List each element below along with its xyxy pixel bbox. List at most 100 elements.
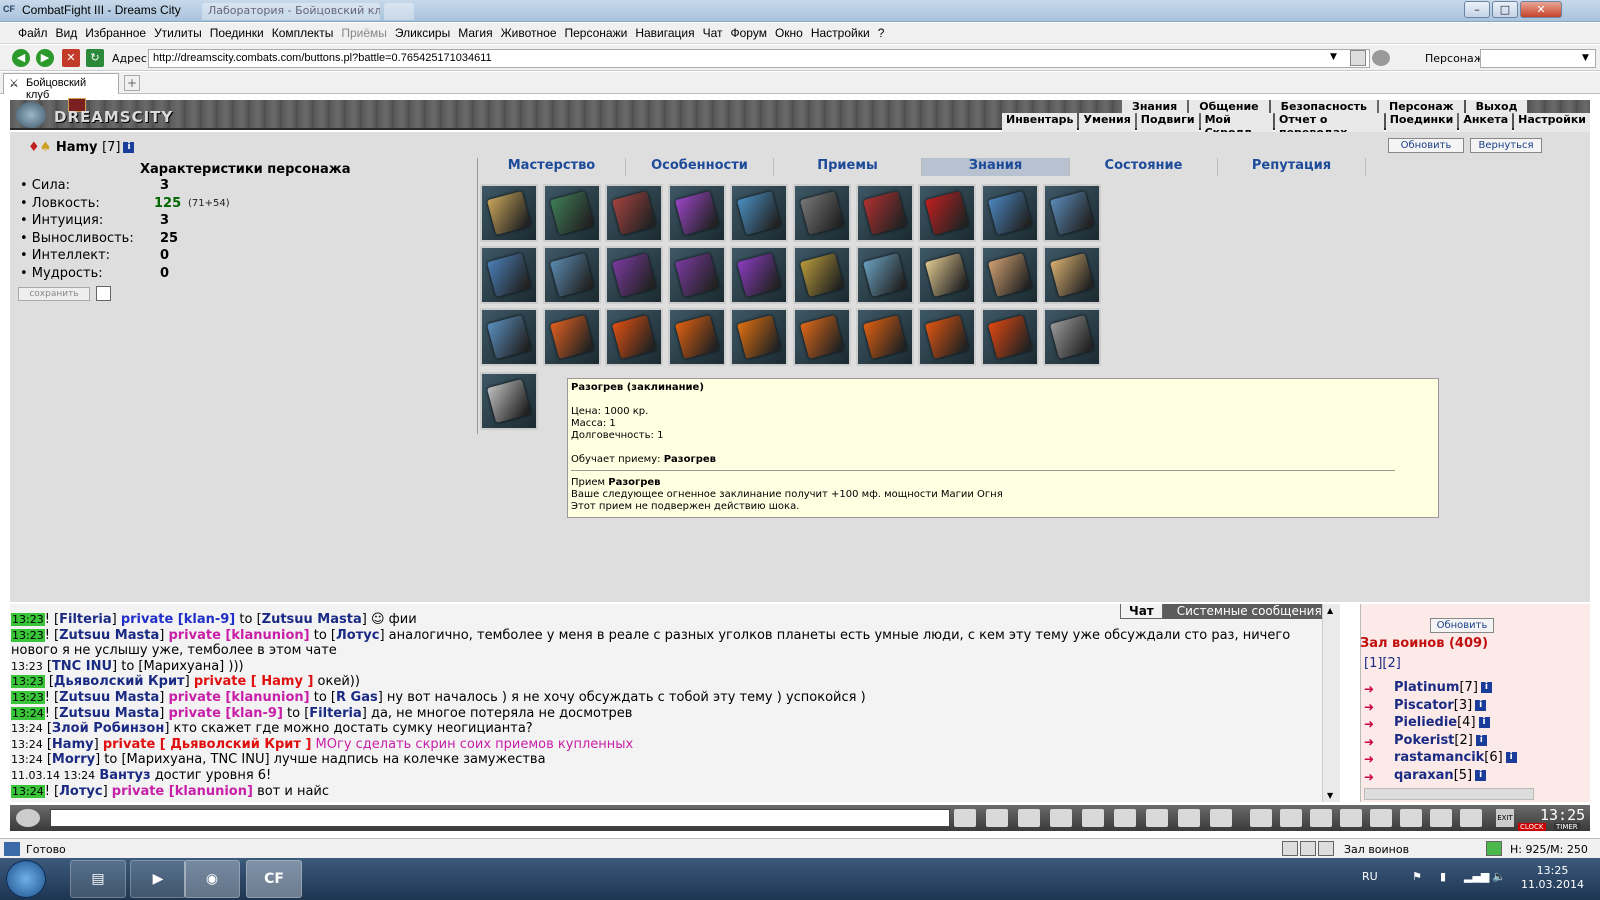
tab-section-2[interactable]: Приемы [774, 158, 922, 176]
tray-language[interactable]: RU [1362, 870, 1378, 883]
chat-segment[interactable]: Лотус [336, 628, 379, 643]
combatfight-taskbar-icon[interactable]: CF [246, 860, 302, 898]
save-icon[interactable] [1050, 809, 1072, 827]
chat-segment[interactable]: Zutsuu Masta [262, 612, 362, 627]
knowledge-card[interactable] [542, 308, 601, 366]
tab-fight-club[interactable]: ⚔ Бойцовский клуб [3, 73, 119, 101]
hall-scrollbar[interactable] [1364, 788, 1534, 800]
hall-refresh-button[interactable]: Обновить [1430, 618, 1494, 633]
knowledge-card[interactable] [730, 184, 789, 242]
player-entry[interactable]: qaraxan[5] i [1394, 768, 1487, 783]
player-name[interactable]: rastamancik [1394, 750, 1484, 765]
knowledge-card[interactable] [1043, 246, 1102, 304]
menu-item-5[interactable]: Комплекты [272, 26, 334, 40]
chat-segment[interactable]: R Gas [336, 690, 378, 705]
armor-icon[interactable] [1400, 809, 1422, 827]
knowledge-card[interactable] [980, 184, 1039, 242]
knowledge-card[interactable] [480, 246, 538, 304]
knowledge-card[interactable] [793, 184, 851, 242]
chat-segment[interactable]: Zutsuu Masta [59, 706, 159, 721]
chat-line[interactable]: 13:24 [Злой Робинзон] кто скажет где мож… [11, 721, 533, 736]
chat-segment[interactable]: TNC INU [52, 659, 112, 674]
refresh-button[interactable]: Обновить [1388, 138, 1464, 153]
knowledge-card[interactable] [980, 308, 1039, 366]
status-window-icon[interactable] [1318, 841, 1334, 856]
chat-segment[interactable]: Вантуз [99, 768, 150, 783]
player-action-icon[interactable]: ➜ [1364, 735, 1384, 749]
menu-item-13[interactable]: Форум [731, 26, 767, 40]
chat-line[interactable]: 13:24! [Лотус] private [klanunion] вот и… [11, 784, 329, 799]
knowledge-card[interactable] [918, 184, 977, 242]
tray-clock[interactable]: 13:25 11.03.2014 [1521, 864, 1584, 892]
back-icon[interactable]: ◀ [12, 49, 30, 67]
hall-pages[interactable]: [1][2] [1364, 656, 1401, 671]
player-entry[interactable]: Pieliedie[4] i [1394, 715, 1490, 730]
tray-signal-icon[interactable]: ▂▄▆ [1464, 870, 1489, 883]
profile-icon[interactable] [1210, 809, 1232, 827]
topnav-primary-3[interactable]: Персонаж [1379, 100, 1464, 114]
tray-volume-icon[interactable]: 🔈 [1492, 870, 1506, 883]
tray-network-icon[interactable]: ▮ [1440, 870, 1446, 883]
maximize-button[interactable]: □ [1492, 1, 1518, 18]
menu-item-0[interactable]: Файл [18, 26, 48, 40]
knowledge-card[interactable] [730, 308, 789, 366]
chat-scrollbar[interactable]: ▲ ▼ [1322, 604, 1340, 802]
knowledge-card[interactable] [480, 308, 538, 366]
menu-item-7[interactable]: Эликсиры [395, 26, 450, 40]
chat-segment[interactable]: Злой Робинзон [52, 721, 164, 736]
media-player-icon[interactable]: ▶ [130, 860, 186, 898]
player-action-icon[interactable]: ➜ [1364, 770, 1384, 784]
eraser-icon[interactable] [986, 809, 1008, 827]
player-name[interactable]: qaraxan [1394, 768, 1454, 783]
menu-item-3[interactable]: Утилиты [154, 26, 202, 40]
menu-item-1[interactable]: Вид [56, 26, 78, 40]
chrome-icon[interactable]: ◉ [184, 860, 240, 898]
chest-icon[interactable] [1340, 809, 1362, 827]
new-tab-button[interactable]: + [124, 75, 140, 91]
hand-icon[interactable] [1146, 809, 1168, 827]
player-name[interactable]: Platinum [1394, 680, 1459, 695]
minimize-button[interactable]: – [1464, 1, 1490, 18]
save-checkbox[interactable] [96, 286, 111, 301]
back-button[interactable]: Вернуться [1470, 138, 1542, 153]
enter-icon[interactable] [954, 809, 976, 827]
knowledge-card[interactable] [1043, 308, 1102, 366]
fighter-icon[interactable] [1082, 809, 1104, 827]
scroll-up-icon[interactable]: ▲ [1327, 606, 1333, 615]
chat-line[interactable]: 11.03.14 13:24 Вантуз достиг уровня 6! [11, 768, 271, 783]
status-clock-icon[interactable] [1282, 841, 1298, 856]
knowledge-card[interactable] [667, 246, 726, 304]
background-tab-2[interactable] [384, 3, 414, 20]
bag-icon[interactable] [1310, 809, 1332, 827]
player-info-icon[interactable]: i [1475, 734, 1487, 746]
topnav-primary-2[interactable]: Безопасность [1270, 100, 1377, 114]
save-button[interactable]: сохранить [18, 287, 90, 301]
chat-line[interactable]: 13:23 [Дьяволский Крит] private [ Hamy ]… [11, 674, 360, 689]
menu-item-15[interactable]: Настройки [811, 26, 870, 40]
knowledge-card[interactable] [542, 246, 601, 304]
close-button[interactable]: ✕ [1520, 1, 1562, 18]
bones-icon[interactable] [1430, 809, 1452, 827]
topnav-primary-0[interactable]: Знания [1122, 100, 1188, 114]
knowledge-card[interactable] [605, 246, 664, 304]
knowledge-card[interactable] [605, 184, 664, 242]
player-entry[interactable]: Pokerist[2] i [1394, 733, 1487, 748]
chat-line[interactable]: 13:23 [TNC INU] to [Марихуана] ))) [11, 659, 244, 674]
knowledge-card[interactable] [855, 184, 914, 242]
player-info-icon[interactable]: i [1475, 769, 1487, 781]
character-select[interactable] [1480, 49, 1596, 68]
knowledge-card[interactable] [793, 308, 851, 366]
knowledge-card[interactable] [918, 246, 977, 304]
chat-segment[interactable]: Hamy [52, 737, 94, 752]
chat-line[interactable]: 13:23! [Zutsuu Masta] private [klanunion… [11, 690, 866, 705]
knowledge-card[interactable] [793, 246, 851, 304]
chat-line[interactable]: 13:24 [Hamy] private [ Дьяволский Крит ]… [11, 737, 633, 752]
knowledge-card[interactable] [605, 308, 664, 366]
chat-line[interactable]: нового я не услышу уже, темболее в этом … [11, 643, 337, 658]
page-icon[interactable] [1350, 50, 1366, 66]
knowledge-card[interactable] [542, 184, 601, 242]
knowledge-card[interactable] [667, 184, 726, 242]
menu-item-9[interactable]: Животное [501, 26, 557, 40]
sword-icon[interactable] [1250, 809, 1272, 827]
knowledge-card[interactable] [480, 372, 538, 430]
